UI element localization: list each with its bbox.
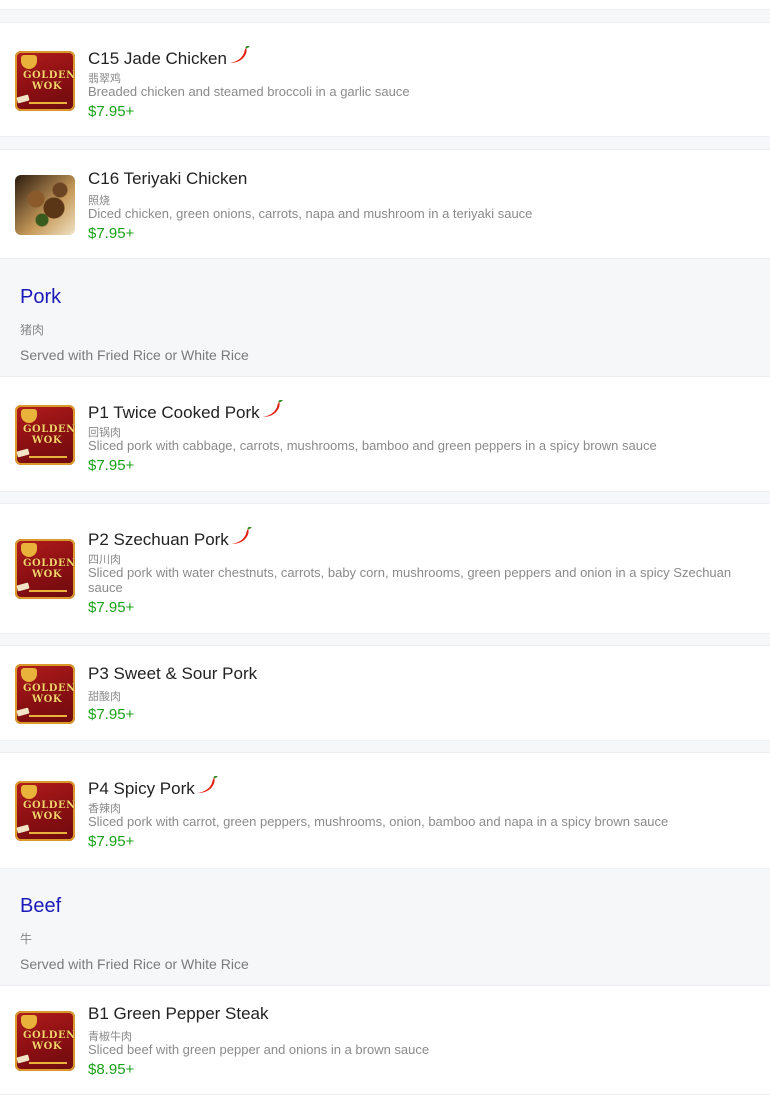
menu-item-card[interactable]: GOLDEN WOK B1 Green Pepper Steak 青椒牛肉 Sl… <box>0 985 770 1095</box>
chili-pepper-icon <box>229 46 250 63</box>
item-description: Sliced beef with green pepper and onions… <box>88 1042 430 1057</box>
item-price: $7.95+ <box>88 457 135 474</box>
section-note: Served with Fried Rice or White Rice <box>20 347 249 363</box>
item-description: Sliced pork with carrot, green peppers, … <box>88 814 669 829</box>
item-price: $7.95+ <box>88 833 135 850</box>
item-description: Diced chicken, green onions, carrots, na… <box>88 206 533 221</box>
item-thumbnail: GOLDEN WOK <box>15 405 75 465</box>
item-thumbnail: GOLDEN WOK <box>15 51 75 111</box>
item-description: Sliced pork with cabbage, carrots, mushr… <box>88 438 657 453</box>
menu-item-card[interactable]: GOLDEN WOK P4 Spicy Pork 香辣肉 Sliced pork… <box>0 752 770 869</box>
menu-item-card[interactable]: C16 Teriyaki Chicken 照烧 Diced chicken, g… <box>0 149 770 259</box>
item-name: B1 Green Pepper Steak <box>88 1004 269 1023</box>
item-price: $8.95+ <box>88 1061 135 1078</box>
item-thumbnail: GOLDEN WOK <box>15 1011 75 1071</box>
item-description: Sliced pork with water chestnuts, carrot… <box>88 565 732 595</box>
menu-item-card[interactable]: GOLDEN WOK P1 Twice Cooked Pork 回锅肉 Slic… <box>0 376 770 492</box>
item-description: Breaded chicken and steamed broccoli in … <box>88 84 410 99</box>
item-thumbnail: GOLDEN WOK <box>15 539 75 599</box>
item-name: C15 Jade Chicken <box>88 46 250 69</box>
chili-pepper-icon <box>197 776 218 793</box>
section-note: Served with Fried Rice or White Rice <box>20 956 249 972</box>
item-name: P1 Twice Cooked Pork <box>88 400 283 423</box>
item-price: $7.95+ <box>88 103 135 120</box>
menu-item-card-partial[interactable] <box>0 0 770 10</box>
menu-item-card[interactable]: GOLDEN WOK P3 Sweet & Sour Pork 甜酸肉 $7.9… <box>0 645 770 741</box>
item-price: $7.95+ <box>88 225 135 242</box>
section-title: Pork <box>20 286 62 308</box>
item-thumbnail: GOLDEN WOK <box>15 664 75 724</box>
menu-item-card[interactable]: GOLDEN WOK P2 Szechuan Pork 四川肉 Sliced p… <box>0 503 770 634</box>
item-thumbnail: GOLDEN WOK <box>15 781 75 841</box>
menu-item-card[interactable]: GOLDEN WOK C15 Jade Chicken 翡翠鸡 Breaded … <box>0 22 770 137</box>
item-price: $7.95+ <box>88 706 135 723</box>
section-title: Beef <box>20 895 62 917</box>
item-name: C16 Teriyaki Chicken <box>88 169 248 188</box>
item-name: P3 Sweet & Sour Pork <box>88 664 258 683</box>
chili-pepper-icon <box>262 400 283 417</box>
item-name: P4 Spicy Pork <box>88 776 218 799</box>
section-chinese-name: 牛 <box>20 932 33 946</box>
section-chinese-name: 猪肉 <box>20 323 45 337</box>
chili-pepper-icon <box>231 527 252 544</box>
item-name: P2 Szechuan Pork <box>88 527 252 550</box>
item-price: $7.95+ <box>88 599 135 616</box>
item-thumbnail <box>15 175 75 235</box>
item-chinese-name: 甜酸肉 <box>88 691 121 703</box>
